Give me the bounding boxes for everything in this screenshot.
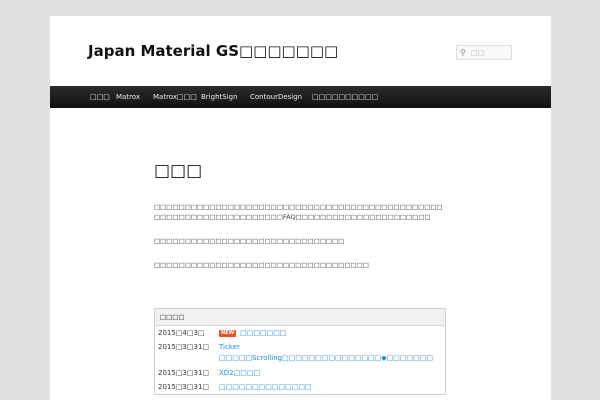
search-placeholder: □□	[471, 49, 485, 57]
news-date: 2015□3□31□	[158, 369, 210, 377]
nav-item-home[interactable]: □□□	[90, 86, 110, 108]
contact-paragraph: □□□□□□□□□□□□□□□□□□□□□□□□□□□□□□□	[154, 237, 345, 245]
page: Japan Material GS□□□□□□□ ⚲ □□ □□□ Matrox…	[50, 16, 551, 400]
nav-item-brightsign[interactable]: BrightSign	[201, 86, 238, 108]
news-title[interactable]: Ticker □□□□□Scrolling□□□□□□□□□□□□□□□◆□□□…	[219, 340, 433, 364]
magnifier-icon: ⚲	[460, 48, 466, 57]
news-date: 2015□3□31□	[158, 383, 210, 391]
new-badge: NEW	[219, 330, 237, 337]
info-paragraph: □□□□□□□□□□□□□□□□□□□□□□□□□□□□□□□□□□□	[154, 261, 369, 269]
news-row: 2015□4□3□ NEW □□□□□□□	[155, 326, 445, 340]
news-header: □□□□	[155, 309, 445, 326]
search-box[interactable]: ⚲ □□	[456, 45, 512, 60]
news-date: 2015□3□31□	[158, 343, 210, 351]
main-navigation: □□□ Matrox Matrox□□□ BrightSign ContourD…	[50, 86, 551, 108]
page-title: □□□	[154, 161, 203, 181]
nav-item-contourdesign[interactable]: ContourDesign	[250, 86, 302, 108]
intro-paragraph: □□□□□□□□□□□□□□□□□□□□□□□□□□□□□□□□□□□□□□□□…	[154, 203, 443, 221]
nav-item-matrox[interactable]: Matrox	[116, 86, 140, 108]
news-box: □□□□ 2015□4□3□ NEW □□□□□□□ 2015□3□31□ Tic…	[154, 308, 446, 395]
news-row: 2015□3□31□ Ticker □□□□□Scrolling□□□□□□□□…	[155, 340, 445, 366]
nav-item-matrox-sub[interactable]: Matrox□□□	[153, 86, 197, 108]
news-row: 2015□3□31□ □□□□□□□□□□□□□□	[155, 380, 445, 394]
nav-item-company[interactable]: □□□□□□□□□□	[312, 86, 378, 108]
site-title[interactable]: Japan Material GS□□□□□□□	[88, 42, 338, 60]
news-link[interactable]: NEW □□□□□□□	[219, 326, 394, 339]
news-date: 2015□4□3□	[158, 329, 205, 337]
news-row: 2015□3□31□ XD2□□□□	[155, 366, 445, 380]
news-title[interactable]: XD2□□□□	[219, 366, 394, 379]
main-content: □□□ □□□□□□□□□□□□□□□□□□□□□□□□□□□□□□□□□□□□…	[154, 160, 446, 270]
news-title[interactable]: □□□□□□□□□□□□□□	[219, 380, 394, 393]
news-title[interactable]: □□□□□□□	[240, 329, 286, 337]
